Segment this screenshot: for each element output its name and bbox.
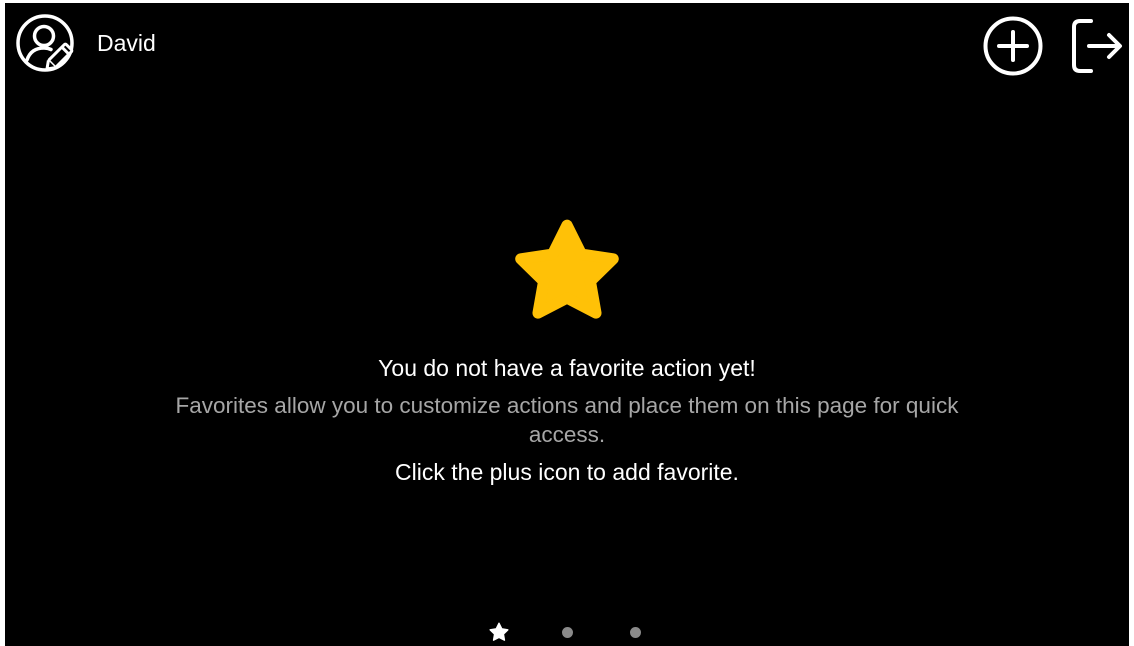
user-edit-icon — [16, 14, 74, 72]
star-icon — [515, 219, 619, 319]
page-dot — [629, 626, 641, 638]
user-profile-button[interactable]: David — [15, 13, 156, 73]
page-dot — [561, 626, 573, 638]
header-actions: plus-circle-icon logout-icon — [983, 16, 1125, 76]
user-name: David — [97, 29, 156, 56]
empty-state-title: You do not have a favorite action yet! — [378, 355, 756, 381]
empty-state-description: Favorites allow you to customize actions… — [175, 393, 959, 447]
empty-state: You do not have a favorite action yet! F… — [5, 215, 1129, 487]
page-indicator — [5, 618, 1129, 646]
add-favorite-button[interactable]: plus-circle-icon — [983, 16, 1043, 76]
empty-state-hint: Click the plus icon to add favorite. — [395, 459, 739, 485]
star-icon — [489, 622, 509, 641]
page-indicator-favorites[interactable] — [488, 621, 510, 643]
favorites-screen: David plus-circle-icon logout-icon You d… — [5, 3, 1129, 646]
page-indicator-dot[interactable] — [556, 621, 578, 643]
logout-button[interactable]: logout-icon — [1069, 16, 1125, 76]
page-indicator-dot[interactable] — [624, 621, 646, 643]
